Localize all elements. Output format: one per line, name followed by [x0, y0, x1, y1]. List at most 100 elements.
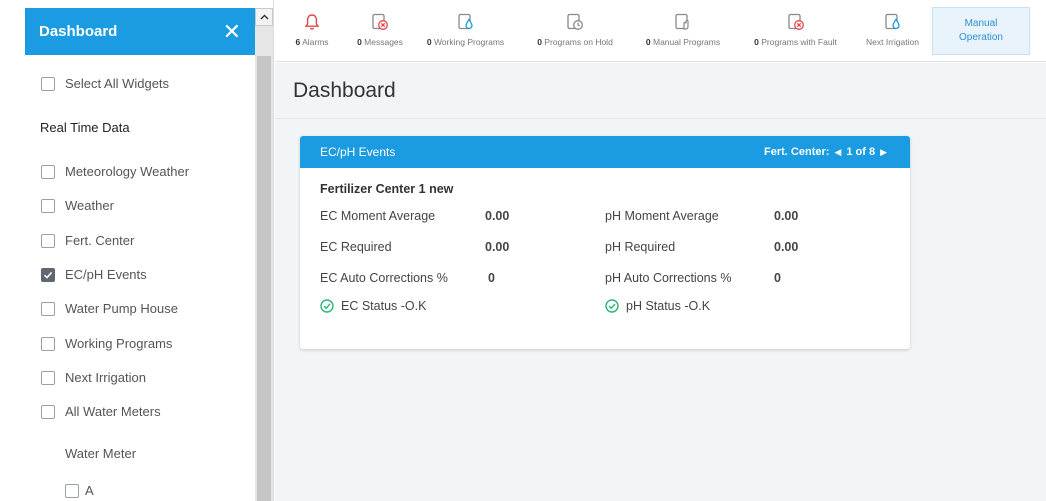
checkbox[interactable] — [41, 164, 55, 179]
program-fault-icon — [787, 13, 805, 31]
top-status-bar: 6 Alarms 0 Messages 0 Working Programs 0… — [275, 0, 1046, 62]
fert-center-pager: Fert. Center: ◀ 1 of 8 ▶ — [764, 146, 892, 158]
sidebar-item-fert-center[interactable]: Fert. Center — [41, 233, 134, 248]
sidebar-item-meteorology-weather[interactable]: Meteorology Weather — [41, 164, 189, 179]
manual-programs-count: 0 — [645, 37, 651, 47]
sidebar-title: Dashboard — [39, 23, 118, 40]
sidebar-item-water-pump-house[interactable]: Water Pump House — [41, 301, 178, 316]
ph-required-value: 0.00 — [774, 240, 799, 254]
checkbox[interactable] — [41, 336, 55, 351]
ph-status-text: pH Status -O.K — [626, 299, 711, 313]
manual-operation-button[interactable]: Manual Operation — [932, 7, 1030, 55]
next-irrigation-label: Next Irrigation — [866, 37, 919, 47]
working-programs-status[interactable]: 0 Working Programs — [423, 0, 508, 62]
ec-auto-corrections-value: 0 — [488, 271, 495, 285]
fert-center-name: Fertilizer Center 1 new — [320, 182, 454, 196]
sidebar-item-label: Meteorology Weather — [65, 164, 190, 179]
ph-auto-corrections-value: 0 — [774, 271, 781, 285]
bell-icon — [304, 13, 320, 31]
ph-moment-average-label: pH Moment Average — [605, 209, 719, 223]
ph-required-label: pH Required — [605, 240, 676, 254]
manual-programs-status[interactable]: 0 Manual Programs — [637, 0, 729, 62]
ec-ph-events-widget: EC/pH Events Fert. Center: ◀ 1 of 8 ▶ Fe… — [300, 136, 910, 349]
checkbox[interactable] — [41, 233, 55, 248]
programs-with-fault-status[interactable]: 0 Programs with Fault — [743, 0, 848, 62]
pager-position: 1 of 8 — [846, 146, 876, 158]
divider — [275, 118, 1046, 119]
scrollbar-thumb[interactable] — [257, 56, 271, 501]
water-meter-heading: Water Meter — [65, 446, 137, 461]
ec-status: EC Status -O.K — [320, 299, 426, 313]
manual-operation-line2: Operation — [959, 32, 1003, 43]
messages-count: 0 — [357, 37, 362, 47]
ph-status: pH Status -O.K — [605, 299, 710, 313]
message-error-icon — [371, 13, 389, 31]
checkbox[interactable] — [41, 76, 55, 91]
sidebar-item-label: Next Irrigation — [65, 370, 146, 385]
working-programs-count: 0 — [426, 37, 432, 47]
sidebar-header: Dashboard ✕ — [25, 8, 255, 55]
manual-operation-line1: Manual — [964, 18, 998, 29]
ph-auto-corrections-label: pH Auto Corrections % — [605, 271, 732, 285]
next-irrigation-icon — [884, 13, 902, 31]
messages-status[interactable]: 0 Messages — [345, 0, 415, 62]
checkbox[interactable] — [41, 370, 55, 385]
sidebar-item-working-programs[interactable]: Working Programs — [41, 336, 172, 351]
check-circle-icon — [605, 299, 619, 313]
sidebar-item-all-water-meters[interactable]: All Water Meters — [41, 404, 161, 419]
ph-moment-average-value: 0.00 — [774, 209, 799, 223]
ec-moment-average-value: 0.00 — [485, 209, 510, 223]
widget-title: EC/pH Events — [320, 145, 396, 159]
sidebar-item-label: Water Pump House — [65, 301, 178, 316]
programs-with-fault-count: 0 — [754, 37, 759, 47]
select-all-checkbox[interactable]: Select All Widgets — [41, 76, 169, 91]
checkbox-checked[interactable] — [41, 267, 55, 282]
checkbox[interactable] — [41, 301, 55, 316]
ec-status-text: EC Status -O.K — [341, 299, 427, 313]
close-icon[interactable]: ✕ — [223, 20, 241, 43]
sidebar-item-weather[interactable]: Weather — [41, 198, 114, 213]
ec-auto-corrections-label: EC Auto Corrections % — [320, 271, 448, 285]
scroll-up-icon[interactable] — [255, 8, 273, 26]
programs-with-fault-label: Programs with Fault — [761, 37, 837, 47]
manual-programs-label: Manual Programs — [653, 37, 721, 47]
programs-on-hold-count: 0 — [537, 37, 542, 47]
water-meter-item-a[interactable]: A — [65, 483, 94, 498]
check-icon — [43, 271, 53, 279]
sidebar-item-next-irrigation[interactable]: Next Irrigation — [41, 370, 146, 385]
checkbox[interactable] — [41, 404, 55, 419]
prev-arrow-icon[interactable]: ◀ — [834, 147, 841, 158]
alarms-status[interactable]: 6 Alarms — [287, 0, 337, 62]
section-heading-real-time-data: Real Time Data — [40, 120, 130, 135]
ec-required-value: 0.00 — [485, 240, 510, 254]
sidebar-scrollbar[interactable] — [255, 8, 273, 501]
sidebar-item-label: Working Programs — [65, 336, 173, 351]
program-clock-icon — [566, 13, 584, 31]
sidebar-item-label: Fert. Center — [65, 233, 135, 248]
alarms-label: Alarms — [302, 37, 329, 47]
ec-moment-average-label: EC Moment Average — [320, 209, 436, 223]
program-hand-icon — [674, 13, 692, 31]
page-title: Dashboard — [293, 79, 396, 102]
sidebar: Dashboard ✕ Select All Widgets Real Time… — [0, 0, 274, 501]
programs-on-hold-status[interactable]: 0 Programs on Hold — [530, 0, 620, 62]
sidebar-item-label: All Water Meters — [65, 404, 161, 419]
sidebar-item-ec-ph-events[interactable]: EC/pH Events — [41, 267, 147, 282]
next-irrigation-status[interactable]: Next Irrigation — [860, 0, 925, 62]
main-content: Dashboard EC/pH Events Fert. Center: ◀ 1… — [275, 63, 1046, 501]
working-programs-label: Working Programs — [433, 37, 505, 47]
sidebar-item-label: Weather — [65, 198, 114, 213]
sidebar-item-label: EC/pH Events — [65, 267, 147, 282]
alarms-count: 6 — [295, 37, 301, 47]
widget-header: EC/pH Events Fert. Center: ◀ 1 of 8 ▶ — [300, 136, 910, 168]
checkbox[interactable] — [65, 483, 79, 498]
ec-required-label: EC Required — [320, 240, 392, 254]
next-arrow-icon[interactable]: ▶ — [880, 147, 887, 158]
programs-on-hold-label: Programs on Hold — [544, 37, 613, 47]
check-circle-icon — [320, 299, 334, 313]
program-drop-icon — [457, 13, 475, 31]
messages-label: Messages — [364, 37, 403, 47]
water-meter-item-label: A — [85, 483, 94, 498]
select-all-label: Select All Widgets — [65, 76, 170, 91]
checkbox[interactable] — [41, 198, 55, 213]
